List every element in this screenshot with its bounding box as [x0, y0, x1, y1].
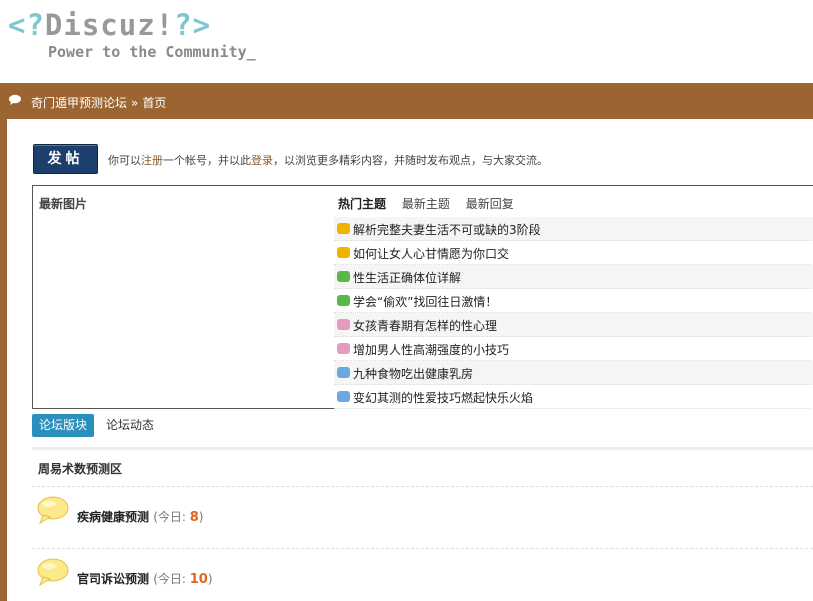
tab-latest-replies[interactable]: 最新回复 — [466, 197, 514, 211]
logo-tagline: Power to the Community_ — [48, 43, 256, 61]
topic-title[interactable]: 性生活正确体位详解 — [353, 269, 461, 286]
today-close: ) — [198, 510, 204, 524]
chat-bubble-icon — [9, 94, 21, 105]
tab-forum-sections[interactable]: 论坛版块 — [32, 414, 94, 437]
today-label: (今日: — [153, 572, 190, 586]
breadcrumb: 奇门遁甲预测论坛 » 首页 — [31, 94, 166, 111]
topic-item[interactable]: 变幻其测的性爱技巧燃起快乐火焰 — [334, 385, 813, 409]
forum-name[interactable]: 官司诉讼预测 — [77, 572, 149, 586]
topic-item[interactable]: 性生活正确体位详解 — [334, 265, 813, 289]
topic-title[interactable]: 女孩青春期有怎样的性心理 — [353, 317, 497, 334]
notice-suffix: ，以浏览更多精彩内容，并随时发布观点，与大家交流。 — [273, 154, 548, 167]
topic-title[interactable]: 变幻其测的性爱技巧燃起快乐火焰 — [353, 389, 533, 406]
forum-name[interactable]: 疾病健康预测 — [77, 510, 149, 524]
topic-title[interactable]: 解析完整夫妻生活不可或缺的3阶段 — [353, 221, 541, 238]
topic-title[interactable]: 增加男人性高潮强度的小技巧 — [353, 341, 509, 358]
topic-icon — [337, 223, 350, 234]
topic-icon — [337, 391, 350, 402]
topic-tabs: 热门主题 最新主题 最新回复 — [338, 195, 526, 212]
tab-latest-topics[interactable]: 最新主题 — [402, 197, 450, 211]
logo[interactable]: <?Discuz!?> — [8, 8, 211, 42]
today-count: 8 — [189, 510, 199, 525]
nav-bar: 奇门遁甲预测论坛 » 首页 — [0, 83, 813, 119]
topic-icon — [337, 367, 350, 378]
notice-prefix: 你可以 — [108, 154, 141, 167]
tab-hot-topics[interactable]: 热门主题 — [338, 197, 386, 211]
row-divider — [32, 548, 813, 549]
left-border — [0, 119, 7, 601]
breadcrumb-current[interactable]: 首页 — [142, 96, 166, 110]
today-label: (今日: — [153, 510, 190, 524]
section-divider — [32, 447, 813, 450]
topic-icon — [337, 271, 350, 282]
topic-item[interactable]: 九种食物吃出健康乳房 — [334, 361, 813, 385]
topic-icon — [337, 247, 350, 258]
new-post-button[interactable]: 发帖 — [33, 144, 98, 174]
topic-item[interactable]: 如何让女人心甘情愿为你口交 — [334, 241, 813, 265]
header: <?Discuz!?> Power to the Community_ — [0, 0, 813, 82]
topic-title[interactable]: 如何让女人心甘情愿为你口交 — [353, 245, 509, 262]
logo-name: Discuz! — [44, 8, 175, 42]
row-divider — [32, 486, 813, 487]
topic-title[interactable]: 九种食物吃出健康乳房 — [353, 365, 473, 382]
today-close: ) — [207, 572, 213, 586]
breadcrumb-site-link[interactable]: 奇门遁甲预测论坛 — [31, 96, 127, 110]
forum-row[interactable]: 官司诉讼预测 (今日: 10) — [36, 558, 636, 598]
topic-item[interactable]: 女孩青春期有怎样的性心理 — [334, 313, 813, 337]
topic-item[interactable]: 学会“偷欢”找回往日激情！ — [334, 289, 813, 313]
topic-icon — [337, 343, 350, 354]
forum-row[interactable]: 疾病健康预测 (今日: 8) — [36, 496, 636, 536]
latest-pictures-title: 最新图片 — [39, 197, 88, 211]
breadcrumb-separator: » — [131, 96, 139, 110]
forum-today-stat: (今日: 10) — [153, 572, 213, 587]
register-link[interactable]: 注册 — [141, 154, 163, 167]
topic-title[interactable]: 学会“偷欢”找回往日激情！ — [353, 293, 497, 310]
topic-icon — [337, 319, 350, 330]
tab-forum-activity[interactable]: 论坛动态 — [106, 414, 154, 437]
logo-open-bracket: <? — [8, 8, 45, 42]
logo-close-bracket: ?> — [174, 8, 212, 42]
topic-item[interactable]: 解析完整夫妻生活不可或缺的3阶段 — [334, 217, 813, 241]
notice-mid: 一个帐号，并以此 — [163, 154, 251, 167]
topic-list: 解析完整夫妻生活不可或缺的3阶段 如何让女人心甘情愿为你口交 性生活正确体位详解… — [334, 217, 813, 409]
forum-bubble-icon — [37, 558, 69, 586]
category-title[interactable]: 周易术数预测区 — [38, 460, 122, 477]
forum-today-stat: (今日: 8) — [153, 510, 204, 525]
register-notice: 你可以注册一个帐号，并以此登录，以浏览更多精彩内容，并随时发布观点，与大家交流。 — [108, 152, 548, 168]
today-count: 10 — [189, 572, 208, 587]
portal-panel: 最新图片 热门主题 最新主题 最新回复 解析完整夫妻生活不可或缺的3阶段 如何让… — [32, 185, 813, 409]
login-link[interactable]: 登录 — [251, 154, 273, 167]
topic-item[interactable]: 增加男人性高潮强度的小技巧 — [334, 337, 813, 361]
topic-icon — [337, 295, 350, 306]
forum-bubble-icon — [37, 496, 69, 524]
